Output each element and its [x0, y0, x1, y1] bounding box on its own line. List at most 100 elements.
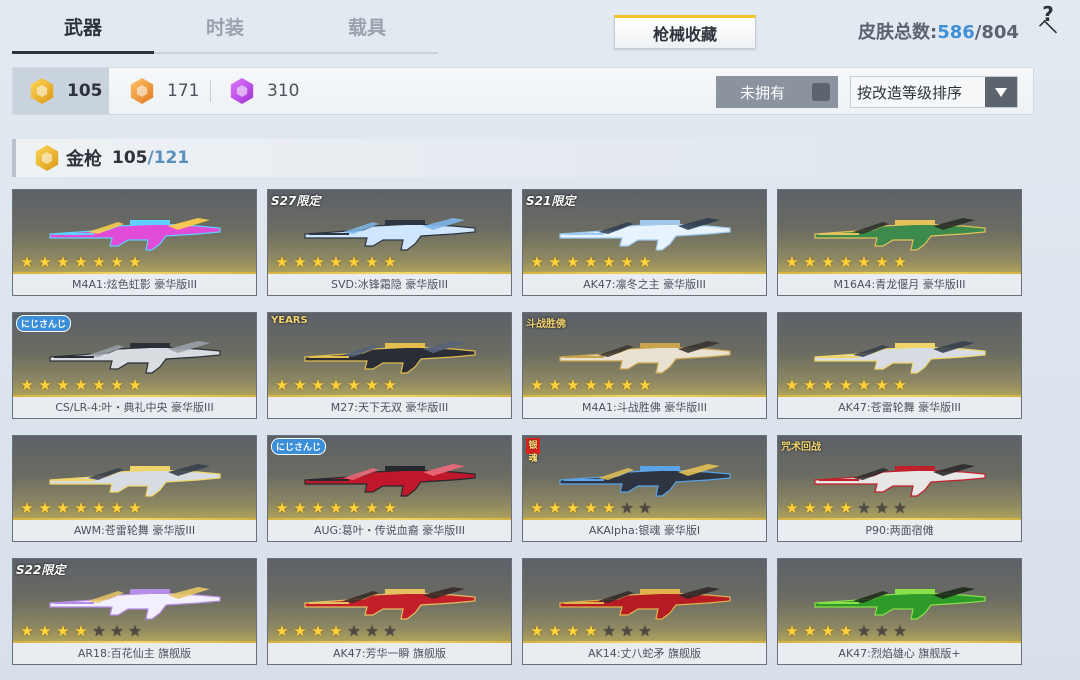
star-icon: ★ [275, 622, 289, 640]
star-icon: ★ [602, 622, 616, 640]
weapon-image: 银魂 ★ ★ ★ ★ ★ ★ ★ [523, 436, 766, 522]
weapon-skin-card[interactable]: ★ ★ ★ ★ ★ ★ ★ M4A1:炫色虹影 豪华版III [12, 189, 257, 296]
star-icon: ★ [74, 253, 88, 271]
gold-hexagon-icon [35, 145, 59, 171]
star-rating: ★ ★ ★ ★ ★ ★ ★ [529, 623, 653, 639]
weapon-icon [814, 218, 986, 251]
weapon-shape [385, 589, 425, 594]
star-icon: ★ [584, 499, 598, 517]
sort-label: 按改造等级排序 [857, 83, 963, 102]
weapon-shape [819, 479, 859, 481]
weapon-shape [309, 356, 349, 358]
weapon-skin-card[interactable]: ★ ★ ★ ★ ★ ★ ★ AK14:丈八蛇矛 旗舰版 [522, 558, 767, 665]
star-icon: ★ [857, 499, 871, 517]
star-rating: ★ ★ ★ ★ ★ ★ ★ [19, 254, 143, 270]
weapon-skin-card[interactable]: ★ ★ ★ ★ ★ ★ ★ AK47:烈焰雄心 旗舰版+ [777, 558, 1022, 665]
weapon-skin-card[interactable]: ★ ★ ★ ★ ★ ★ ★ AWM:苍雷轮舞 豪华版III [12, 435, 257, 542]
star-rating: ★ ★ ★ ★ ★ ★ ★ [529, 377, 653, 393]
weapon-skin-card[interactable]: ★ ★ ★ ★ ★ ★ ★ AK47:芳华一瞬 旗舰版 [267, 558, 512, 665]
not-owned-toggle[interactable]: 未拥有 [716, 76, 838, 108]
star-icon: ★ [92, 499, 106, 517]
star-icon: ★ [566, 253, 580, 271]
star-icon: ★ [275, 253, 289, 271]
weapon-shape [564, 356, 604, 358]
star-icon: ★ [638, 499, 652, 517]
tab-weapons[interactable]: 武器 [12, 0, 154, 54]
star-icon: ★ [110, 622, 124, 640]
weapon-skin-card[interactable]: S21限定 ★ ★ ★ ★ ★ ★ ★ AK47:凛冬之主 豪华版III [522, 189, 767, 296]
star-icon: ★ [347, 253, 361, 271]
purple-count: 310 [267, 81, 300, 101]
weapon-skin-card[interactable]: 银魂 ★ ★ ★ ★ ★ ★ ★ AKAlpha:银魂 豪华版I [522, 435, 767, 542]
weapon-skin-card[interactable]: S22限定 ★ ★ ★ ★ ★ ★ ★ AR18:百花仙主 旗舰版 [12, 558, 257, 665]
weapon-shape [559, 223, 731, 251]
weapon-shape [895, 466, 935, 471]
star-icon: ★ [20, 499, 34, 517]
not-owned-label: 未拥有 [740, 83, 786, 102]
weapon-skin-card[interactable]: にじさんじ ★ ★ ★ ★ ★ ★ ★ CS/LR-4:叶・典礼中央 豪华版III [12, 312, 257, 419]
weapon-skin-card[interactable]: ★ ★ ★ ★ ★ ★ ★ M16A4:青龙偃月 豪华版III [777, 189, 1022, 296]
tab-vehicles[interactable]: 载具 [296, 0, 438, 52]
weapon-shape [309, 602, 349, 604]
filter-gold[interactable]: 105 [13, 68, 109, 114]
star-icon: ★ [92, 253, 106, 271]
star-icon: ★ [38, 622, 52, 640]
weapon-icon [814, 587, 986, 620]
star-icon: ★ [602, 253, 616, 271]
star-icon: ★ [293, 376, 307, 394]
star-icon: ★ [803, 253, 817, 271]
chevron-up-icon [1038, 19, 1058, 39]
weapon-icon [559, 464, 731, 497]
star-icon: ★ [365, 376, 379, 394]
star-icon: ★ [803, 622, 817, 640]
category-tabs: 武器 时装 载具 [12, 0, 438, 54]
star-icon: ★ [821, 253, 835, 271]
star-icon: ★ [821, 376, 835, 394]
weapon-shape [49, 592, 221, 620]
star-rating: ★ ★ ★ ★ ★ ★ ★ [19, 377, 143, 393]
weapon-skin-name: M27:天下无双 豪华版III [268, 397, 511, 418]
card-badge: S22限定 [16, 563, 66, 577]
filter-purple[interactable]: 310 [229, 68, 299, 114]
star-icon: ★ [602, 499, 616, 517]
star-icon: ★ [620, 253, 634, 271]
star-icon: ★ [566, 622, 580, 640]
star-icon: ★ [839, 499, 853, 517]
star-icon: ★ [548, 622, 562, 640]
weapon-skin-card[interactable]: ★ ★ ★ ★ ★ ★ ★ AK47:苍雷轮舞 豪华版III [777, 312, 1022, 419]
weapon-skin-card[interactable]: にじさんじ ★ ★ ★ ★ ★ ★ ★ AUG:葛叶・传说血裔 豪华版III [267, 435, 512, 542]
star-icon: ★ [38, 376, 52, 394]
weapon-shape [564, 602, 604, 604]
star-icon: ★ [785, 376, 799, 394]
gun-collection-button[interactable]: 枪械收藏 [614, 15, 756, 49]
star-icon: ★ [584, 622, 598, 640]
weapon-skin-card[interactable]: S27限定 ★ ★ ★ ★ ★ ★ ★ SVD:冰锋霜隐 豪华版III [267, 189, 512, 296]
star-icon: ★ [530, 253, 544, 271]
weapon-shape [559, 346, 731, 374]
star-icon: ★ [74, 376, 88, 394]
star-icon: ★ [785, 622, 799, 640]
weapon-skin-card[interactable]: 咒术回战 ★ ★ ★ ★ ★ ★ ★ P90:两面宿傩 [777, 435, 1022, 542]
help-button[interactable]: ? [1034, 2, 1062, 39]
star-icon: ★ [110, 499, 124, 517]
weapon-shape [819, 602, 859, 604]
star-icon: ★ [875, 376, 889, 394]
weapon-shape [814, 223, 986, 251]
weapon-skin-card[interactable]: YEARS ★ ★ ★ ★ ★ ★ ★ M27:天下无双 豪华版III [267, 312, 512, 419]
filter-orange[interactable]: 171 [129, 68, 199, 114]
star-icon: ★ [311, 376, 325, 394]
sort-dropdown[interactable]: 按改造等级排序 [850, 76, 1018, 108]
star-icon: ★ [548, 499, 562, 517]
star-icon: ★ [584, 253, 598, 271]
star-icon: ★ [566, 376, 580, 394]
star-icon: ★ [329, 253, 343, 271]
weapon-shape [564, 233, 604, 235]
weapon-shape [814, 346, 986, 374]
weapon-skin-name: M4A1:炫色虹影 豪华版III [13, 274, 256, 295]
tab-outfits[interactable]: 时装 [154, 0, 296, 52]
weapon-icon [304, 218, 476, 251]
star-icon: ★ [620, 499, 634, 517]
weapon-skin-card[interactable]: 斗战胜佛 ★ ★ ★ ★ ★ ★ ★ M4A1:斗战胜佛 豪华版III [522, 312, 767, 419]
star-icon: ★ [638, 376, 652, 394]
weapon-skin-name: CS/LR-4:叶・典礼中央 豪华版III [13, 397, 256, 418]
